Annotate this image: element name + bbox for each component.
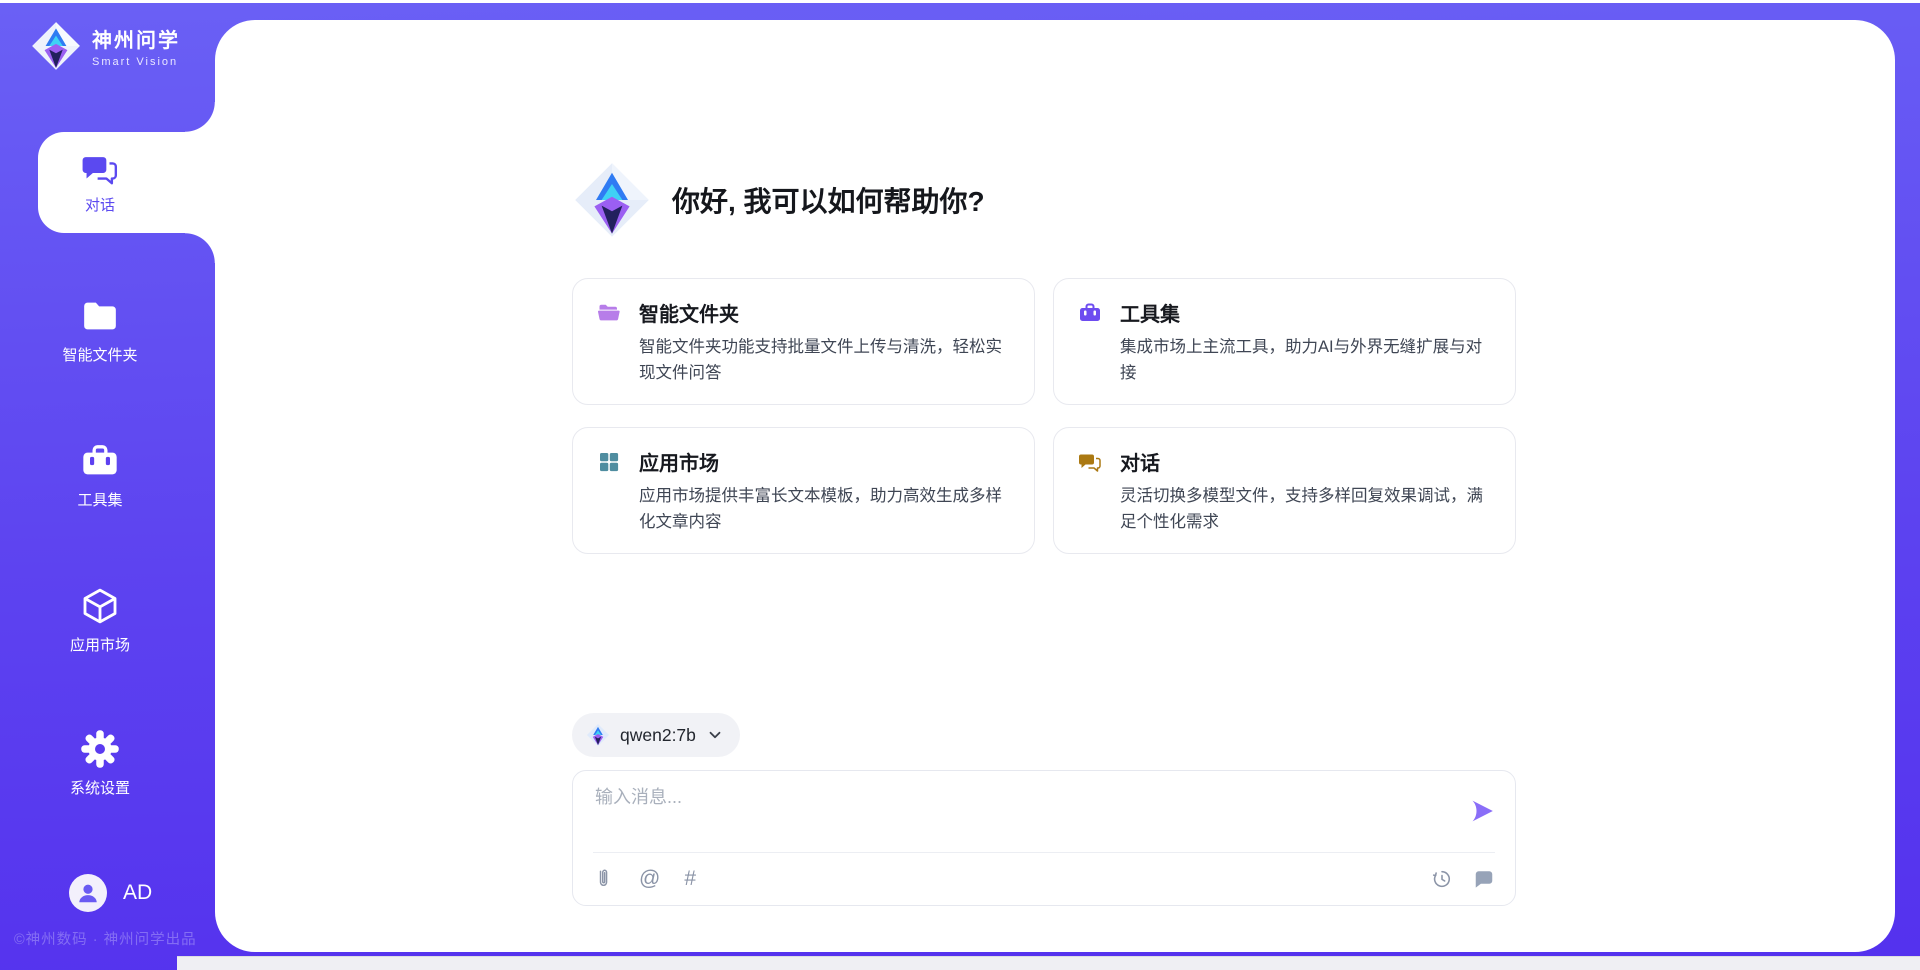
card-description: 灵活切换多模型文件，支持多样回复效果调试，满足个性化需求 xyxy=(1120,484,1491,535)
page-title: 你好, 我可以如何帮助你? xyxy=(672,180,985,220)
copyright-footer: ©神州数码 · 神州问学出品 xyxy=(14,928,214,949)
sidebar-item-app-market[interactable]: 应用市场 xyxy=(0,586,200,655)
bottom-scroll-strip[interactable] xyxy=(177,956,1920,970)
sidebar-item-label: 智能文件夹 xyxy=(62,344,137,365)
card-header: 应用市场 xyxy=(597,447,1010,476)
card-description: 应用市场提供丰富长文本模板，助力高效生成多样化文章内容 xyxy=(639,484,1010,535)
sidebar-item-label: 应用市场 xyxy=(70,634,130,655)
briefcase-icon xyxy=(1078,301,1102,325)
card-title: 智能文件夹 xyxy=(639,298,739,327)
brand-subtitle: Smart Vision xyxy=(92,56,180,68)
card-header: 工具集 xyxy=(1078,298,1491,327)
sidebar-item-label: 工具集 xyxy=(77,489,122,510)
app-window: 神州问学 Smart Vision 对话 智能文件夹 xyxy=(0,0,1920,970)
hash-icon[interactable]: # xyxy=(684,868,696,889)
message-composer: @ # xyxy=(572,770,1516,906)
card-description: 集成市场上主流工具，助力AI与外界无缝扩展与对接 xyxy=(1120,335,1491,386)
gear-icon xyxy=(80,729,120,769)
card-header: 对话 xyxy=(1078,447,1491,476)
sidebar-item-chat[interactable]: 对话 xyxy=(38,132,215,233)
chat-icon xyxy=(81,150,119,188)
diamond-logo-icon xyxy=(572,160,652,240)
composer-right-tools xyxy=(1431,868,1495,890)
card-title: 应用市场 xyxy=(639,447,719,476)
send-icon xyxy=(1469,798,1495,824)
greeting-block: 你好, 我可以如何帮助你? xyxy=(572,160,985,240)
card-app-market[interactable]: 应用市场 应用市场提供丰富长文本模板，助力高效生成多样化文章内容 xyxy=(572,427,1035,554)
card-title: 对话 xyxy=(1120,447,1160,476)
sidebar: 神州问学 Smart Vision 对话 智能文件夹 xyxy=(0,0,215,970)
model-name: qwen2:7b xyxy=(620,725,696,746)
paperclip-icon[interactable] xyxy=(593,868,615,890)
composer-toolbar: @ # xyxy=(573,852,1515,905)
sidebar-item-settings[interactable]: 系统设置 xyxy=(0,729,200,798)
card-description: 智能文件夹功能支持批量文件上传与清洗，轻松实现文件问答 xyxy=(639,335,1010,386)
send-button[interactable] xyxy=(1469,798,1495,824)
chevron-down-icon xyxy=(706,726,724,744)
composer-left-tools: @ # xyxy=(593,868,696,890)
cube-icon xyxy=(80,586,120,626)
card-header: 智能文件夹 xyxy=(597,298,1010,327)
main-panel: 你好, 我可以如何帮助你? 智能文件夹 智能文件夹功能支持批量文件上传与清洗，轻… xyxy=(215,20,1895,952)
user-initials: AD xyxy=(123,881,152,905)
tab-connector-bottom xyxy=(185,233,215,263)
history-icon[interactable] xyxy=(1431,868,1453,890)
card-title: 工具集 xyxy=(1120,298,1180,327)
sidebar-item-label: 对话 xyxy=(85,194,115,215)
brand-name: 神州问学 xyxy=(92,24,180,53)
chat-bubble-icon[interactable] xyxy=(1473,868,1495,890)
brand-text: 神州问学 Smart Vision xyxy=(92,24,180,68)
chat-icon xyxy=(1078,450,1102,474)
content-column: 你好, 我可以如何帮助你? 智能文件夹 智能文件夹功能支持批量文件上传与清洗，轻… xyxy=(572,20,1516,952)
sidebar-item-label: 系统设置 xyxy=(70,777,130,798)
message-input[interactable] xyxy=(573,771,1515,851)
card-chat[interactable]: 对话 灵活切换多模型文件，支持多样回复效果调试，满足个性化需求 xyxy=(1053,427,1516,554)
model-selector[interactable]: qwen2:7b xyxy=(572,713,740,757)
sidebar-item-smart-folder[interactable]: 智能文件夹 xyxy=(0,296,200,365)
briefcase-icon xyxy=(80,441,120,481)
diamond-logo-icon xyxy=(30,20,82,72)
card-toolset[interactable]: 工具集 集成市场上主流工具，助力AI与外界无缝扩展与对接 xyxy=(1053,278,1516,405)
at-icon[interactable]: @ xyxy=(639,868,660,889)
folder-icon xyxy=(80,296,120,336)
folder-open-icon xyxy=(597,301,621,325)
diamond-logo-icon xyxy=(586,723,610,747)
feature-cards: 智能文件夹 智能文件夹功能支持批量文件上传与清洗，轻松实现文件问答 xyxy=(572,278,1516,554)
grid-icon xyxy=(597,450,621,474)
brand-logo: 神州问学 Smart Vision xyxy=(30,20,180,72)
tab-connector-top xyxy=(185,102,215,132)
person-icon xyxy=(75,880,101,906)
avatar xyxy=(69,874,107,912)
sidebar-item-toolset[interactable]: 工具集 xyxy=(0,441,200,510)
user-account[interactable]: AD xyxy=(69,874,152,912)
card-smart-folder[interactable]: 智能文件夹 智能文件夹功能支持批量文件上传与清洗，轻松实现文件问答 xyxy=(572,278,1035,405)
